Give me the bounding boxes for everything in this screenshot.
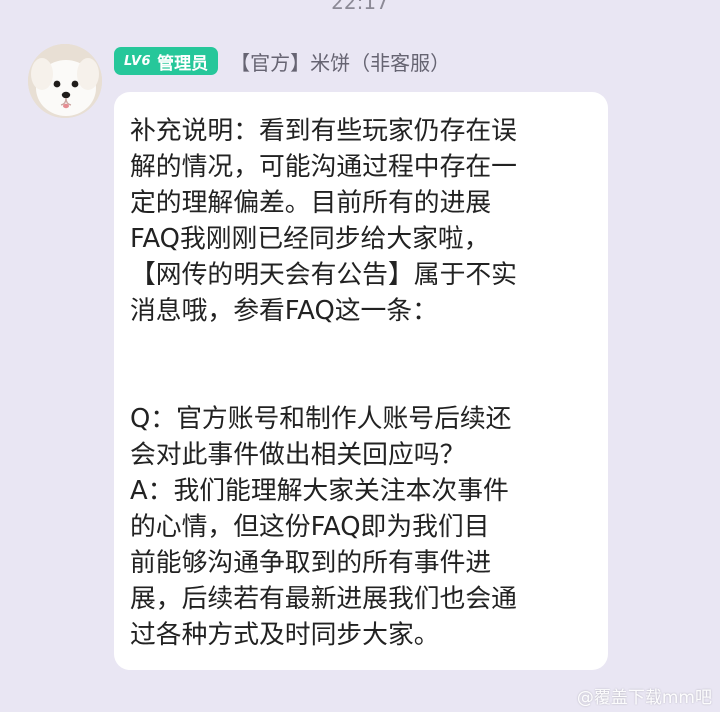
level-label: LV6 <box>124 53 152 69</box>
message-header: LV6 管理员 【官方】米饼（非客服） <box>114 46 450 76</box>
message-text: 补充说明：看到有些玩家仍存在误 解的情况，可能沟通过程中存在一 定的理解偏差。目… <box>130 116 517 650</box>
level-badge: LV6 管理员 <box>114 47 219 75</box>
sender-name[interactable]: 【官方】米饼（非客服） <box>230 47 450 76</box>
role-label: 管理员 <box>157 53 209 74</box>
status-time: 22:17 <box>331 0 389 14</box>
white-dog-avatar-icon <box>28 44 102 118</box>
watermark: @覆盖下载mm吧 <box>576 688 712 708</box>
avatar[interactable] <box>28 44 102 118</box>
